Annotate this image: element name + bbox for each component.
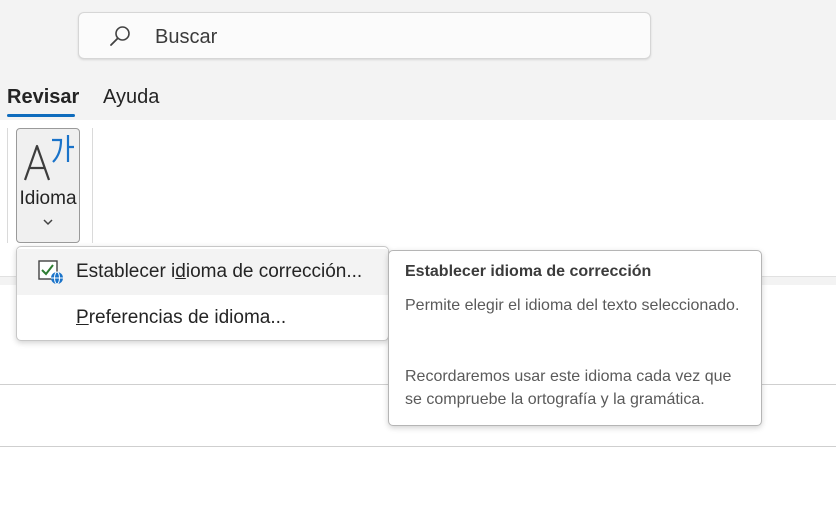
language-icon [23, 135, 74, 181]
language-button-label: Idioma [19, 188, 77, 209]
language-button[interactable]: Idioma [16, 128, 80, 243]
ribbon-separator [92, 128, 93, 243]
menu-item-language-preferences[interactable]: Preferencias de idioma... [17, 295, 388, 341]
search-box[interactable]: Buscar [78, 12, 651, 59]
document-line [0, 446, 836, 447]
chevron-down-icon [43, 219, 53, 226]
tooltip: Establecer idioma de corrección Permite … [388, 250, 762, 426]
menu-item-label: Preferencias de idioma... [76, 307, 287, 328]
active-tab-indicator [7, 114, 75, 117]
tooltip-description: Permite elegir el idioma del texto selec… [405, 297, 740, 314]
search-placeholder: Buscar [155, 26, 218, 48]
tooltip-title: Establecer idioma de corrección [405, 263, 652, 280]
proofing-language-icon [38, 260, 63, 285]
search-icon [110, 26, 130, 46]
language-dropdown-menu: Establecer idioma de corrección... Prefe… [16, 246, 389, 341]
ribbon-separator [7, 128, 8, 243]
menu-item-label: Establecer idioma de corrección... [76, 261, 363, 282]
tab-ayuda[interactable]: Ayuda [103, 86, 159, 109]
tab-revisar[interactable]: Revisar [7, 86, 79, 109]
menu-item-set-proofing-language[interactable]: Establecer idioma de corrección... [17, 249, 388, 295]
tooltip-description: Recordaremos usar este idioma cada vez q… [405, 368, 732, 408]
